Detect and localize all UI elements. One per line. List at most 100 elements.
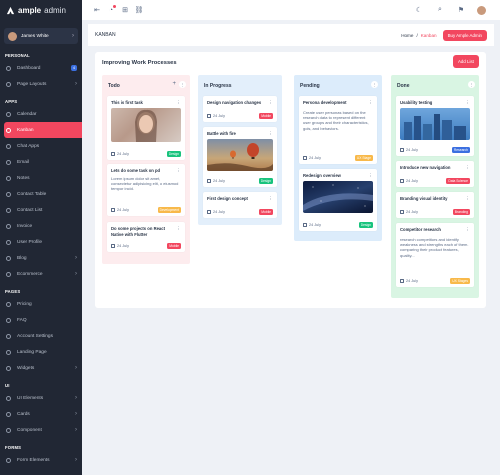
sidebar-item-label: Cards [17, 411, 30, 417]
component-icon [6, 427, 11, 433]
user-name: James White [21, 33, 49, 39]
more-icon[interactable]: ⋮ [176, 168, 181, 174]
task-date: 24 July [111, 152, 129, 156]
task-card[interactable]: First design concept ⋮ 24 July Mobile [203, 192, 277, 218]
more-icon[interactable]: ⋮ [465, 100, 470, 106]
kanban-icon [6, 127, 11, 133]
calendar-icon [303, 223, 307, 227]
breadcrumb-home[interactable]: Home [401, 33, 413, 38]
task-tag: Research [451, 147, 470, 153]
sidebar-item-cards[interactable]: Cards › [0, 406, 82, 422]
task-description: Lorem ipsum dolor sit amet, consectetur … [111, 176, 179, 192]
bell-icon[interactable]: ◔ [106, 5, 116, 15]
moon-icon[interactable]: ☾ [414, 5, 424, 15]
sidebar-item-contact-list[interactable]: Contact List [0, 202, 82, 218]
chevron-right-icon: › [75, 395, 77, 401]
calendar-icon [111, 244, 115, 248]
sidebar-item-invoice[interactable]: Invoice [0, 218, 82, 234]
flag-icon[interactable]: ⚑ [456, 5, 466, 15]
user-icon [6, 239, 11, 245]
sidebar-item-faq[interactable]: FAQ [0, 312, 82, 328]
task-date-text: 24 July [309, 156, 322, 160]
more-icon[interactable]: ⋮ [465, 227, 470, 233]
brand-name: ample [18, 5, 42, 15]
search-icon[interactable]: ⌕ [435, 5, 445, 15]
sidebar-item-user-profile[interactable]: User Profile [0, 234, 82, 250]
sidebar-item-label: Contact Table [17, 191, 47, 197]
add-list-button[interactable]: Add List [453, 55, 479, 68]
sidebar-item-calendar[interactable]: Calendar [0, 106, 82, 122]
task-card[interactable]: Competitor research ⋮ research competito… [396, 223, 474, 287]
sidebar-item-dashboard[interactable]: Dashboard 4 [0, 60, 82, 76]
task-date-text: 24 July [309, 223, 322, 227]
landing-icon [6, 349, 11, 355]
task-tag: Data Science [446, 178, 470, 184]
sidebar-item-label: Notes [17, 175, 30, 181]
sidebar-item-pricing[interactable]: Pricing [0, 296, 82, 312]
buy-button[interactable]: Buy Ample Admin [442, 29, 487, 41]
user-avatar-icon[interactable] [477, 5, 486, 15]
sidebar-item-kanban[interactable]: Kanban [4, 122, 82, 138]
more-icon[interactable]: ⋮ [179, 81, 186, 88]
sidebar-item-contact-table[interactable]: Contact Table [0, 186, 82, 202]
plus-icon[interactable]: + [172, 81, 176, 87]
task-card[interactable]: Design navigation changes ⋮ 24 July Mobi… [203, 96, 277, 122]
link-icon[interactable]: ⛓ [134, 5, 144, 15]
brand[interactable]: ample admin [0, 0, 82, 20]
more-icon[interactable]: ⋮ [465, 165, 470, 171]
more-icon[interactable]: ⋮ [465, 196, 470, 202]
sidebar-item-label: Ecommerce [17, 271, 43, 277]
breadcrumb: Home / Kanban [401, 33, 436, 38]
brand-suffix: admin [44, 5, 66, 15]
sidebar-item-label: Pricing [17, 301, 32, 307]
task-title: Persona development [303, 100, 347, 105]
more-icon[interactable]: ⋮ [371, 81, 378, 88]
section-pages: PAGES [5, 288, 21, 294]
task-card[interactable]: Introduce new navigation ⋮ 24 July Data … [396, 161, 474, 187]
task-card[interactable]: Persona development ⋮ Create user person… [299, 96, 377, 164]
task-tag: UX Stage [354, 155, 373, 161]
task-date-text: 24 July [406, 179, 419, 183]
task-card[interactable]: Battle with fire ⋮ 24 July Design [203, 127, 277, 187]
sidebar-item-ui-elements[interactable]: UI Elements › [0, 390, 82, 406]
task-image-portrait [111, 108, 181, 142]
task-card[interactable]: Usability testing ⋮ 24 July Research [396, 96, 474, 156]
more-icon[interactable]: ⋮ [368, 173, 373, 179]
sidebar-item-label: Chat Apps [17, 143, 40, 149]
sidebar-item-landing-page[interactable]: Landing Page [0, 344, 82, 360]
more-icon[interactable]: ⋮ [268, 131, 273, 137]
settings-icon [6, 333, 11, 339]
task-description: Create user personas based on the resear… [303, 110, 369, 131]
sidebar-item-email[interactable]: Email [0, 154, 82, 170]
more-icon[interactable]: ⋮ [368, 100, 373, 106]
more-icon[interactable]: ⋮ [268, 100, 273, 106]
more-icon[interactable]: ⋮ [468, 81, 475, 88]
sidebar-item-form-elements[interactable]: Form Elements › [0, 452, 82, 468]
sidebar-item-chat-apps[interactable]: Chat Apps [0, 138, 82, 154]
sidebar-item-label: Calendar [17, 111, 37, 117]
breadcrumb-current: Kanban [420, 32, 437, 38]
menu-toggle-icon[interactable]: ⇤ [92, 5, 102, 15]
sidebar-item-account-settings[interactable]: Account Settings [0, 328, 82, 344]
user-profile-card[interactable]: James White › [4, 28, 78, 44]
more-icon[interactable]: ⋮ [176, 226, 181, 232]
task-card[interactable]: Do some projects on React Native with Fl… [107, 222, 185, 252]
task-card[interactable]: Lets do some task on pd ⋮ Lorem ipsum do… [107, 164, 185, 216]
task-card[interactable]: Branding visual identity ⋮ 24 July Brand… [396, 192, 474, 218]
sidebar-item-notes[interactable]: Notes [0, 170, 82, 186]
sidebar-item-page-layouts[interactable]: Page Layouts › [0, 76, 82, 92]
apps-grid-icon[interactable]: ⊞ [120, 5, 130, 15]
invoice-icon [6, 223, 11, 229]
sidebar-item-widgets[interactable]: Widgets › [0, 360, 82, 376]
more-icon[interactable]: ⋮ [176, 100, 181, 106]
chevron-right-icon: › [72, 33, 74, 39]
widgets-icon [6, 365, 11, 371]
chevron-right-icon: › [75, 365, 77, 371]
more-icon[interactable]: ⋮ [268, 196, 273, 202]
sidebar-item-ecommerce[interactable]: Ecommerce › [0, 266, 82, 282]
sidebar-item-component[interactable]: Component › [0, 422, 82, 438]
task-card[interactable]: Redesign overview ⋮ 24 July Design [299, 169, 377, 231]
avatar [8, 31, 17, 41]
sidebar-item-blog[interactable]: Blog › [0, 250, 82, 266]
task-card[interactable]: This is first task ⋮ 24 July Design [107, 96, 185, 160]
